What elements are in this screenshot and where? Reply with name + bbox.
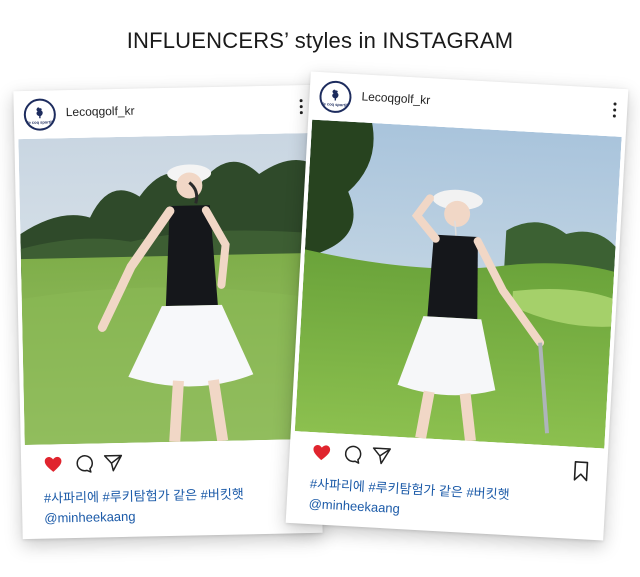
post-caption: #사파리에 #루키탐험가 같은 #버킷햇 @minheekaang: [44, 483, 313, 529]
profile-avatar[interactable]: le coq sportif: [318, 80, 353, 114]
instagram-post-card: le coq sportif Lecoqgolf_kr #사파리에 #루키탐험가…: [13, 84, 323, 540]
post-photo: [294, 119, 622, 449]
heart-filled-icon[interactable]: [311, 442, 332, 463]
more-options-icon[interactable]: [298, 99, 304, 117]
profile-avatar[interactable]: le coq sportif: [23, 98, 57, 131]
post-actions: [311, 442, 391, 465]
avatar-brand-text: le coq sportif: [27, 118, 53, 125]
heart-filled-icon[interactable]: [43, 454, 63, 474]
more-options-icon[interactable]: [611, 102, 618, 120]
comment-icon[interactable]: [341, 444, 362, 465]
comment-icon[interactable]: [73, 454, 93, 474]
rooster-logo-icon: [36, 106, 43, 118]
share-icon[interactable]: [103, 453, 123, 473]
post-photo: [18, 132, 317, 446]
rooster-logo-icon: [332, 89, 339, 101]
bookmark-icon[interactable]: [572, 461, 589, 482]
post-username[interactable]: Lecoqgolf_kr: [66, 104, 135, 119]
post-header: le coq sportif Lecoqgolf_kr: [13, 85, 314, 139]
page-title: INFLUENCERS’ styles in INSTAGRAM: [126, 28, 514, 53]
share-icon[interactable]: [371, 445, 392, 466]
avatar-brand-text: le coq sportif: [322, 100, 348, 108]
post-mention[interactable]: @minheekaang: [44, 503, 312, 529]
instagram-post-card: le coq sportif Lecoqgolf_kr #사파리에 #루키탐험가…: [285, 71, 629, 541]
post-caption: #사파리에 #루키탐험가 같은 #버킷햇 @minheekaang: [308, 474, 596, 530]
post-username[interactable]: Lecoqgolf_kr: [361, 89, 430, 107]
